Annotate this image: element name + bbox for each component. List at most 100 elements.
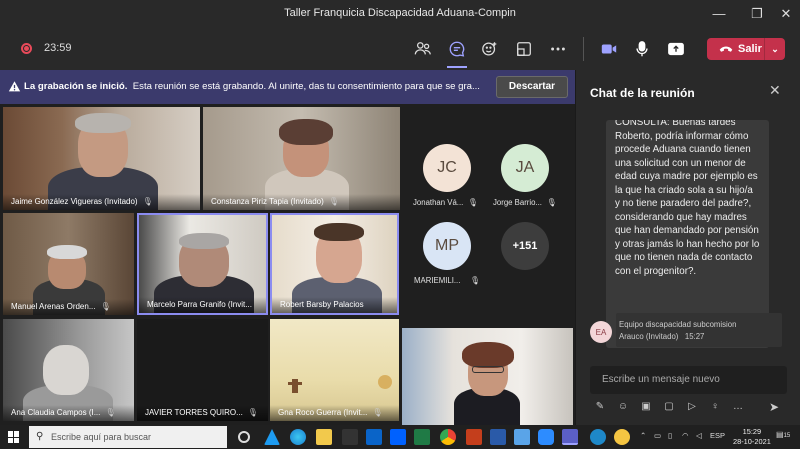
more-options-icon[interactable] (546, 38, 570, 60)
video-tile[interactable]: Ana Claudia Campos (I... 🎙 (3, 319, 134, 421)
notifications-icon[interactable]: ▤15 (776, 430, 790, 439)
leave-button[interactable]: Salir ⌄ (707, 38, 785, 60)
avatar: EA (590, 321, 612, 343)
chat-timestamp: 15:27 (684, 332, 705, 341)
powerpoint-icon[interactable] (466, 429, 482, 445)
rooms-icon[interactable] (512, 38, 536, 60)
app-icon[interactable] (264, 429, 280, 445)
clock[interactable]: 15:29 28-10-2021 (733, 427, 771, 447)
maximize-button[interactable]: ❐ (742, 4, 772, 24)
file-explorer-icon[interactable] (316, 429, 332, 445)
mic-muted-icon: 🎙 (468, 198, 479, 207)
help-icon[interactable] (590, 429, 606, 445)
chat-sender: Equipo discapacidad subcomision (619, 320, 737, 329)
video-tile[interactable]: Constanza Piriz Tapia (Invitado) 🎙 (203, 107, 400, 210)
video-tile[interactable]: Robert Barsby Palacios (270, 213, 399, 315)
participants-icon[interactable] (411, 38, 435, 60)
word-icon[interactable] (490, 429, 506, 445)
meeting-timer: 23:59 (44, 42, 72, 54)
clock-time: 15:29 (742, 427, 762, 436)
reactions-icon[interactable] (478, 38, 502, 60)
wifi-icon[interactable]: ◠ (682, 431, 689, 440)
more-options-icon[interactable]: … (730, 401, 746, 412)
share-screen-icon[interactable] (664, 38, 688, 60)
participant-name: Marcelo Parra Granifo (Invit... (139, 297, 266, 313)
sticker-icon[interactable]: ▢ (661, 401, 677, 412)
title-bar: Taller Franquicia Discapacidad Aduana-Co… (0, 0, 800, 28)
participant-avatar[interactable]: JC (423, 144, 471, 192)
photos-icon[interactable] (514, 429, 530, 445)
chat-message-header: Equipo discapacidad subcomision Arauco (… (616, 313, 782, 347)
battery-icon[interactable]: ▯ (668, 431, 672, 440)
weather-icon[interactable] (614, 429, 630, 445)
schedule-icon[interactable]: ▷ (684, 401, 700, 412)
dropbox-icon[interactable] (390, 429, 406, 445)
video-tile[interactable]: Manuel Arenas Orden... 🎙 (3, 213, 134, 315)
mic-muted-icon: 🎙 (100, 302, 111, 311)
notification-count: 15 (783, 433, 791, 439)
warning-icon (8, 81, 21, 92)
compose-input[interactable]: Escribe un mensaje nuevo (590, 366, 787, 394)
close-window-button[interactable]: ✕ (771, 4, 800, 24)
zoom-icon[interactable] (538, 429, 554, 445)
send-icon[interactable]: ➤ (769, 400, 779, 414)
mic-muted-icon: 🎙 (546, 198, 557, 207)
taskbar-search-input[interactable]: ⚲ Escribe aquí para buscar (29, 426, 227, 448)
chat-active-indicator (447, 66, 467, 68)
format-icon[interactable]: ✎ (592, 401, 608, 412)
mic-muted-icon: 🎙 (470, 276, 481, 285)
task-view-icon[interactable] (238, 431, 250, 443)
participant-avatar[interactable]: JA (501, 144, 549, 192)
camera-icon[interactable] (597, 38, 621, 60)
chevron-up-icon[interactable]: ⌃ (640, 431, 646, 440)
emoji-icon[interactable]: ☺ (615, 401, 631, 412)
windows-start-icon[interactable] (8, 431, 20, 443)
chrome-icon[interactable] (440, 429, 456, 445)
compose-toolbar: ✎ ☺ ▣ ▢ ▷ ♀ … (592, 401, 746, 412)
minimize-button[interactable]: — (704, 4, 734, 24)
store-icon[interactable] (342, 429, 358, 445)
mail-icon[interactable] (366, 429, 382, 445)
gif-icon[interactable]: ▣ (638, 401, 654, 412)
praise-icon[interactable]: ♀ (707, 401, 723, 412)
banner-message: Esta reunión se está grabando. Al unirte… (132, 81, 480, 92)
chat-title: Chat de la reunión (590, 86, 695, 100)
participant-name: MARIEMILI... 🎙 (414, 276, 481, 285)
mic-muted-icon: 🎙 (105, 408, 116, 417)
participant-name: Gna Roco Guerra (Invit... 🎙 (270, 405, 399, 421)
chat-icon[interactable] (445, 38, 469, 60)
more-participants-button[interactable]: +151 (501, 222, 549, 270)
excel-icon[interactable] (414, 429, 430, 445)
taskbar-search-placeholder: Escribe aquí para buscar (51, 432, 152, 442)
video-tile[interactable]: Jaime González Vigueras (Invitado) 🎙 (3, 107, 200, 210)
participant-name: Ana Claudia Campos (I... 🎙 (3, 405, 134, 421)
phone-hangup-icon (719, 46, 733, 52)
mic-muted-icon: 🎙 (142, 197, 153, 206)
banner-text: La grabación se inició. Esta reunión se … (24, 81, 480, 92)
chevron-down-icon[interactable]: ⌄ (765, 44, 785, 55)
search-icon: ⚲ (36, 431, 44, 442)
network-icon[interactable]: ▭ (654, 431, 661, 440)
video-tile[interactable]: Gna Roco Guerra (Invit... 🎙 (270, 319, 399, 421)
participant-name: Jorge Barrio... 🎙 (493, 198, 557, 207)
participant-name: Jonathan Vá... 🎙 (413, 198, 479, 207)
participant-avatar[interactable]: MP (423, 222, 471, 270)
participant-name: Robert Barsby Palacios (272, 297, 397, 313)
mic-muted-icon: 🎙 (328, 197, 339, 206)
self-view-tile[interactable] (402, 328, 573, 425)
mic-muted-icon: 🎙 (372, 408, 383, 417)
close-chat-icon[interactable]: ✕ (769, 82, 781, 99)
video-tile[interactable]: Marcelo Parra Granifo (Invit... (137, 213, 268, 315)
leave-label: Salir (738, 43, 762, 55)
toolbar-divider (583, 37, 584, 61)
teams-icon[interactable] (562, 429, 578, 445)
language-indicator[interactable]: ESP (710, 431, 725, 440)
volume-icon[interactable]: ◁ (696, 431, 702, 440)
edge-icon[interactable] (290, 429, 306, 445)
video-tile[interactable]: JAVIER TORRES QUIRO... 🎙 (137, 319, 268, 421)
dismiss-banner-button[interactable]: Descartar (496, 76, 568, 98)
clock-date: 28-10-2021 (733, 437, 771, 446)
participant-name: Manuel Arenas Orden... 🎙 (3, 299, 134, 315)
microphone-icon[interactable] (630, 38, 654, 60)
mic-muted-icon: 🎙 (247, 408, 258, 417)
